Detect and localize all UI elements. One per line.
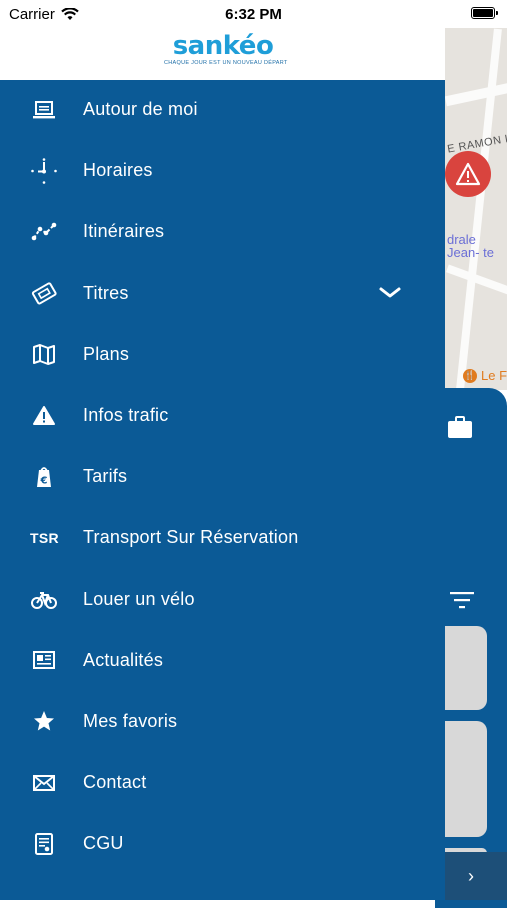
map-icon	[33, 344, 55, 366]
menu-item-label: Louer un vélo	[83, 588, 195, 609]
menu-item-label: Horaires	[83, 160, 153, 181]
document-icon	[35, 832, 53, 855]
star-icon	[34, 711, 54, 731]
ticket-icon	[31, 282, 57, 305]
menu-item-actualites[interactable]: Actualités	[0, 630, 445, 691]
menu-item-label: Plans	[83, 343, 130, 364]
logo-wordmark: sankéo	[172, 31, 274, 61]
chevron-right-icon[interactable]: ›	[468, 866, 474, 887]
menu-item-label: Infos trafic	[83, 405, 169, 426]
bicycle-icon	[31, 592, 57, 610]
menu-item-label: CGU	[83, 833, 124, 854]
map-restaurant[interactable]: 🍴 Le F	[463, 368, 507, 383]
map-restaurant-label: Le F	[481, 368, 507, 383]
menu-item-titres[interactable]: Titres	[0, 263, 445, 324]
price-tag-icon: €	[37, 466, 51, 487]
status-bar: Carrier 6:32 PM	[0, 0, 507, 28]
envelope-icon	[33, 774, 55, 791]
battery-icon	[471, 7, 498, 19]
laptop-icon	[33, 100, 55, 118]
filter-icon[interactable]	[449, 590, 475, 610]
menu-item-label: Titres	[83, 282, 129, 303]
app-logo: sankéo CHAQUE JOUR EST UN NOUVEAU DÉPART	[164, 31, 288, 66]
traffic-warning-marker[interactable]	[445, 151, 491, 197]
menu-item-itineraires[interactable]: Itinéraires	[0, 201, 445, 262]
chevron-down-icon[interactable]	[378, 285, 402, 301]
briefcase-icon[interactable]	[447, 414, 473, 440]
menu-item-label: Tarifs	[83, 466, 128, 487]
menu-item-label: Mes favoris	[83, 710, 178, 731]
menu-item-label: Actualités	[83, 649, 164, 670]
route-icon	[31, 222, 57, 241]
menu-item-tarifs[interactable]: € Tarifs	[0, 446, 445, 507]
menu-item-label: Autour de moi	[83, 99, 198, 120]
map-view[interactable]: E RAMON L drale Jean- te 🍴 Le F	[445, 28, 507, 390]
menu-item-louer-un-velo[interactable]: Louer un vélo	[0, 569, 445, 630]
status-time: 6:32 PM	[225, 6, 282, 23]
map-poi-label: drale Jean- te	[447, 232, 494, 260]
logo-tagline: CHAQUE JOUR EST UN NOUVEAU DÉPART	[164, 60, 288, 66]
menu-item-label: Contact	[83, 772, 147, 793]
restaurant-icon: 🍴	[463, 368, 477, 383]
svg-text:€: €	[40, 475, 48, 486]
side-drawer: sankéo CHAQUE JOUR EST UN NOUVEAU DÉPART…	[0, 0, 445, 900]
clock-icon	[31, 157, 57, 184]
menu-item-mes-favoris[interactable]: Mes favoris	[0, 691, 445, 752]
drawer-menu: Autour de moi Horaires Itinéraires Titre…	[0, 79, 445, 874]
menu-item-horaires[interactable]: Horaires	[0, 140, 445, 201]
menu-item-transport-sur-reservation[interactable]: TSR Transport Sur Réservation	[0, 507, 445, 568]
menu-item-contact[interactable]: Contact	[0, 752, 445, 813]
menu-item-label: Transport Sur Réservation	[83, 527, 299, 548]
menu-item-autour-de-moi[interactable]: Autour de moi	[0, 79, 445, 140]
menu-item-label: Itinéraires	[83, 221, 165, 242]
menu-item-infos-trafic[interactable]: Infos trafic	[0, 385, 445, 446]
warning-icon	[33, 405, 55, 425]
menu-item-cgu[interactable]: CGU	[0, 813, 445, 874]
newspaper-icon	[33, 651, 55, 670]
bottom-bar	[445, 852, 507, 900]
warning-icon	[455, 162, 481, 186]
tsr-icon: TSR	[30, 529, 59, 546]
menu-item-plans[interactable]: Plans	[0, 324, 445, 385]
